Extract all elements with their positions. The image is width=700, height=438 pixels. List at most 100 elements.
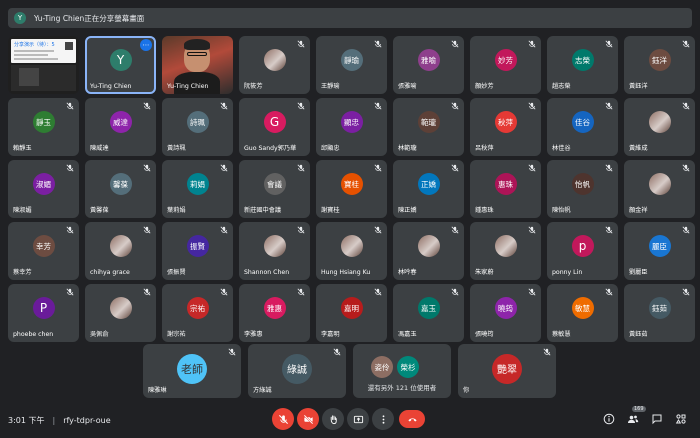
people-icon <box>628 415 639 423</box>
avatar: 詩珮 <box>186 111 209 134</box>
participant-tile[interactable]: 秋萍 呂秋萍 <box>470 98 541 156</box>
participant-tile[interactable]: 妙芳 顏妙芳 <box>470 36 541 94</box>
participant-name: 賴靜玉 <box>13 145 32 152</box>
participant-tile[interactable]: 阮筱芳 <box>239 36 310 94</box>
participant-tile[interactable]: 志榮 趙志榮 <box>547 36 618 94</box>
participant-name: 顏金祥 <box>629 207 648 214</box>
participant-tile[interactable]: 靜瑜 王靜瑜 <box>316 36 387 94</box>
participant-name: 黃鈺茹 <box>629 331 648 338</box>
participant-tile[interactable]: 振賢 張振賢 <box>162 222 233 280</box>
avatar: Y <box>109 49 132 72</box>
participant-tile[interactable]: 吳佩俞 <box>85 284 156 342</box>
participant-tile[interactable]: 顯忠 邱顯忠 <box>316 98 387 156</box>
avatar: 秋萍 <box>494 111 517 134</box>
more-options-button[interactable] <box>372 408 394 430</box>
participant-name: 林吟春 <box>398 269 417 276</box>
participant-tile[interactable]: G Guo Sandy郭乃華 <box>239 98 310 156</box>
participant-name: 黃鈺洋 <box>629 83 648 90</box>
participant-name: 黃維成 <box>629 145 648 152</box>
participant-tile[interactable]: 林吟春 <box>393 222 464 280</box>
slide-line <box>14 54 48 56</box>
participant-tile[interactable]: 幸芳 蔡幸芳 <box>8 222 79 280</box>
avatar: 威達 <box>109 111 132 134</box>
participant-tile[interactable]: 嘉玉 馮嘉玉 <box>393 284 464 342</box>
participant-name: 陳正嬌 <box>398 207 417 214</box>
raise-hand-button[interactable] <box>322 408 344 430</box>
participant-name: 葉莉娟 <box>167 207 186 214</box>
participant-tile[interactable]: Shannon Chen <box>239 222 310 280</box>
participant-tile[interactable]: 淑媚 陳淑媚 <box>8 160 79 218</box>
mic-muted-icon <box>333 348 341 356</box>
participant-tile[interactable]: 會議 新莊國中會議 <box>239 160 310 218</box>
participant-name: 李嘉明 <box>321 331 340 338</box>
participant-tile[interactable]: 嘉明 李嘉明 <box>316 284 387 342</box>
info-icon <box>603 413 615 425</box>
participant-name: Hung Hsiang Ku <box>321 269 371 276</box>
participant-name: ponny Lin <box>552 269 583 276</box>
chat-button[interactable] <box>650 412 664 426</box>
participant-tile[interactable]: 雅喻 張雅喻 <box>393 36 464 94</box>
self-tile[interactable]: 艷翠 你 <box>458 344 556 398</box>
mic-muted-icon <box>605 40 613 48</box>
participant-name: Yu-Ting Chien <box>167 83 209 90</box>
mic-muted-icon <box>374 226 382 234</box>
mic-muted-icon <box>682 102 690 110</box>
participant-tile[interactable]: 黃維成 <box>624 98 695 156</box>
screen-share-text: Yu-Ting Chien正在分享螢幕畫面 <box>34 13 145 23</box>
meeting-details-button[interactable] <box>602 412 616 426</box>
participant-tile[interactable]: 麗臣 劉麗臣 <box>624 222 695 280</box>
participant-tile[interactable]: 宗祐 謝宗祐 <box>162 284 233 342</box>
participant-name: 方綠誠 <box>253 387 272 394</box>
participant-tile[interactable]: 正嬌 陳正嬌 <box>393 160 464 218</box>
participant-tile[interactable]: 顏金祥 <box>624 160 695 218</box>
camera-toggle-button[interactable] <box>297 408 319 430</box>
mic-muted-icon <box>451 226 459 234</box>
mic-muted-icon <box>528 164 536 172</box>
participant-name: 吳佩俞 <box>90 331 109 338</box>
participant-tile[interactable]: 怡帆 陳怡帆 <box>547 160 618 218</box>
participant-tile[interactable]: 敏慧 蔡敏慧 <box>547 284 618 342</box>
participant-name: 陳雅琳 <box>148 387 167 394</box>
participant-name: 趙志榮 <box>552 83 571 90</box>
activities-button[interactable] <box>674 412 688 426</box>
participant-tile[interactable]: 詩珮 黃詩珮 <box>162 98 233 156</box>
participant-tile[interactable]: 鈺洋 黃鈺洋 <box>624 36 695 94</box>
mic-muted-icon <box>682 288 690 296</box>
participant-tile[interactable]: 鈺茹 黃鈺茹 <box>624 284 695 342</box>
mic-muted-icon <box>297 102 305 110</box>
mic-muted-icon <box>528 226 536 234</box>
avatar: P <box>32 297 55 320</box>
other-participants-tile[interactable]: 姿伶 榮杉 還有另外 121 位使用者 <box>353 344 451 398</box>
participant-name: 劉麗臣 <box>629 269 648 276</box>
present-screen-button[interactable] <box>347 408 369 430</box>
participant-tile[interactable]: Y ⋯ Yu-Ting Chien <box>85 36 156 94</box>
participant-tile[interactable]: 範瓏 林範瓏 <box>393 98 464 156</box>
participant-name: 邱顯忠 <box>321 145 340 152</box>
participant-tile[interactable]: 佳谷 林佳谷 <box>547 98 618 156</box>
participant-tile[interactable]: 老師 陳雅琳 <box>143 344 241 398</box>
participant-tile[interactable]: p ponny Lin <box>547 222 618 280</box>
more-options-icon[interactable]: ⋯ <box>140 39 152 51</box>
participant-tile[interactable]: Pphoebe chen <box>8 284 79 342</box>
participant-tile[interactable]: 威達 陳威達 <box>85 98 156 156</box>
participant-tile[interactable]: chihya grace <box>85 222 156 280</box>
participant-tile[interactable]: 寶桂 謝寶桂 <box>316 160 387 218</box>
participant-tile[interactable]: 朱家蔚 <box>470 222 541 280</box>
participant-tile[interactable]: 雅惠 李雅惠 <box>239 284 310 342</box>
mic-toggle-button[interactable] <box>272 408 294 430</box>
participant-name: 張雅喻 <box>398 83 417 90</box>
screen-share-tile[interactable]: 分享演示（待）：5 <box>8 36 79 94</box>
participant-tile[interactable]: 惠珠 鍾惠珠 <box>470 160 541 218</box>
mic-muted-icon <box>297 40 305 48</box>
leave-call-button[interactable] <box>399 410 425 428</box>
participant-tile[interactable]: 曉筠 張曉筠 <box>470 284 541 342</box>
presenter-video-tile[interactable]: Yu-Ting Chien <box>162 36 233 94</box>
participant-tile[interactable]: 馨葆 黃馨葆 <box>85 160 156 218</box>
participant-tile[interactable]: 綠誠 方綠誠 <box>248 344 346 398</box>
participant-tile[interactable]: Hung Hsiang Ku <box>316 222 387 280</box>
people-button[interactable] <box>626 412 640 426</box>
participant-tile[interactable]: 靜玉 賴靜玉 <box>8 98 79 156</box>
participant-name: 蔡敏慧 <box>552 331 571 338</box>
avatar: p <box>571 235 594 258</box>
participant-tile[interactable]: 莉娟 葉莉娟 <box>162 160 233 218</box>
